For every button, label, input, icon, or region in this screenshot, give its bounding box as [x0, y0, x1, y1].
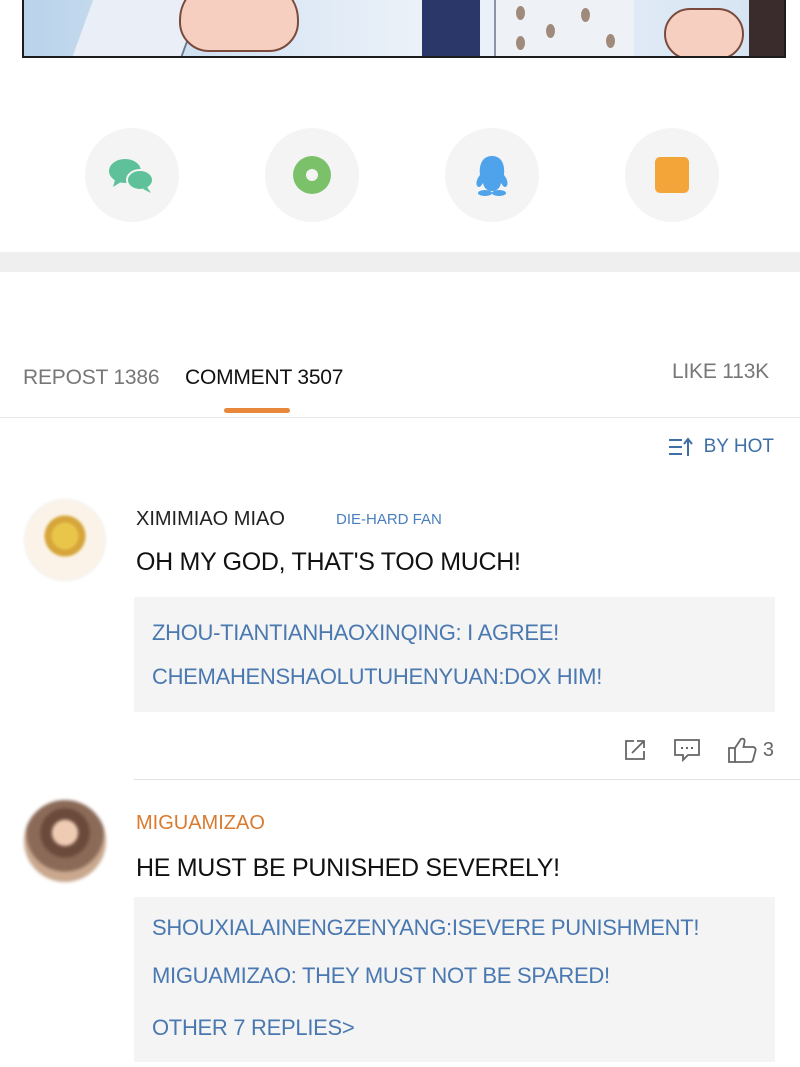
- hair-illustration: [749, 0, 784, 56]
- interaction-tabs: REPOST 1386 COMMENT 3507 LIKE 113K: [0, 360, 800, 418]
- comment-text: HE MUST BE PUNISHED SEVERELY!: [136, 854, 560, 882]
- thumbs-up-icon: [727, 737, 757, 763]
- sort-icon: [668, 437, 693, 456]
- tab-repost[interactable]: REPOST 1386: [23, 366, 160, 390]
- reply-item[interactable]: ZHOU-TIANTIANHAOXINQING: I AGREE!: [152, 620, 559, 646]
- share-moments-button[interactable]: [265, 128, 359, 222]
- replies-box[interactable]: ZHOU-TIANTIANHAOXINQING: I AGREE! CHEMAH…: [134, 597, 775, 712]
- comment-bubble-icon: [673, 739, 700, 762]
- tab-comment[interactable]: COMMENT 3507: [185, 366, 343, 390]
- comic-panel-image: [22, 0, 786, 58]
- like-comment-button[interactable]: 3: [727, 736, 774, 764]
- square-icon: [655, 157, 689, 193]
- reply-comment-button[interactable]: [673, 738, 701, 762]
- fan-badge: DIE-HARD FAN: [336, 511, 442, 528]
- share-qzone-button[interactable]: [625, 128, 719, 222]
- sort-label: BY HOT: [703, 436, 774, 457]
- share-wechat-button[interactable]: [85, 128, 179, 222]
- reply-item[interactable]: MIGUAMIZAO: THEY MUST NOT BE SPARED!: [152, 963, 610, 989]
- tab-like[interactable]: LIKE 113K: [672, 360, 769, 384]
- avatar[interactable]: [24, 800, 106, 882]
- repost-comment-button[interactable]: [623, 738, 647, 762]
- comment-divider: [134, 779, 800, 780]
- tie-illustration: [422, 0, 480, 56]
- moments-circle-icon: [293, 156, 331, 194]
- hand-illustration: [664, 8, 744, 56]
- share-qq-button[interactable]: [445, 128, 539, 222]
- section-divider: [0, 252, 800, 272]
- hand-illustration: [179, 0, 299, 52]
- comment-username[interactable]: XIMIMIAO MIAO: [136, 508, 285, 531]
- like-count: 3: [762, 738, 774, 761]
- comment-text: OH MY GOD, THAT'S TOO MUCH!: [136, 548, 521, 576]
- sort-by-hot-button[interactable]: BY HOT: [668, 436, 774, 458]
- active-tab-indicator: [224, 408, 290, 413]
- penguin-icon: [476, 156, 508, 196]
- reply-item[interactable]: SHOUXIALAINENGZENYANG:ISEVERE PUNISHMENT…: [152, 915, 699, 941]
- reply-item[interactable]: CHEMAHENSHAOLUTUHENYUAN:DOX HIM!: [152, 664, 602, 690]
- shirt-illustration: [494, 0, 634, 56]
- chat-bubbles-icon: [109, 159, 154, 193]
- share-row: [0, 128, 800, 224]
- more-replies-link[interactable]: OTHER 7 REPLIES>: [152, 1015, 355, 1041]
- comment-username[interactable]: MIGUAMIZAO: [136, 812, 265, 835]
- comment-actions: 3: [597, 736, 774, 764]
- share-arrow-icon: [624, 740, 645, 760]
- avatar[interactable]: [24, 499, 106, 581]
- replies-box[interactable]: SHOUXIALAINENGZENYANG:ISEVERE PUNISHMENT…: [134, 897, 775, 1062]
